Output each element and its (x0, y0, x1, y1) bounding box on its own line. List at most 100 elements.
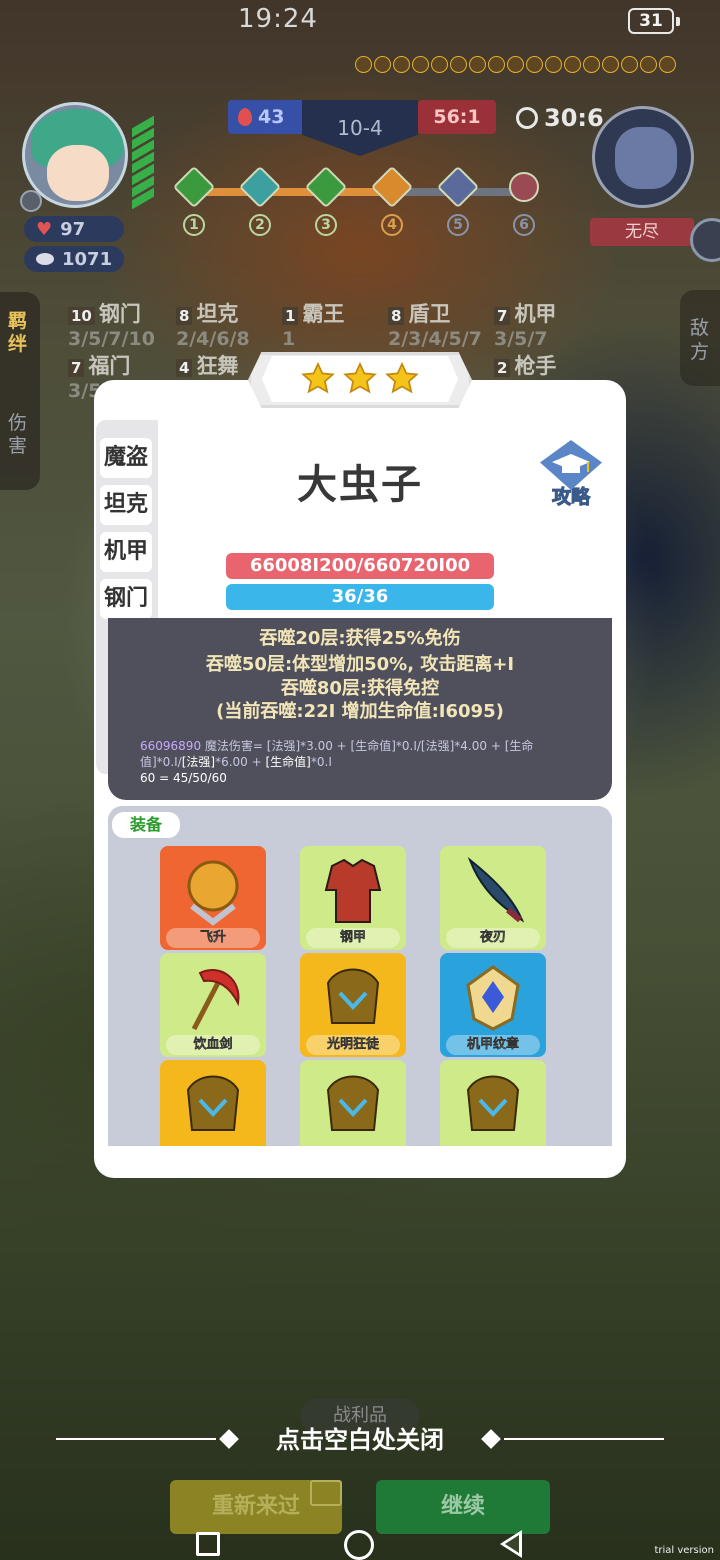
equipment-item[interactable]: 飞升 (160, 846, 266, 950)
enemy-unit-icon (564, 56, 581, 73)
synergy-item[interactable]: 8 盾卫 2/3/4/5/7 (388, 298, 482, 350)
hero-hp-bar: 66008I200/660720I00 (226, 553, 494, 579)
tab-enemy[interactable]: 敌方 (690, 316, 710, 364)
star-rating (262, 356, 458, 402)
synergy-item[interactable]: 2 枪手 (494, 350, 556, 380)
synergy-side-tab[interactable]: 羁绊 伤害 (0, 292, 40, 490)
equipment-item[interactable]: 饮血剑 (160, 953, 266, 1057)
synergy-item[interactable]: 7 机甲 3/5/7 (494, 298, 556, 350)
enemy-unit-icon (640, 56, 657, 73)
nav-back-icon[interactable] (500, 1530, 522, 1558)
tab-damage[interactable]: 伤害 (8, 412, 32, 458)
stage-node: 2 (238, 165, 282, 236)
hero-mana-bar: 36/36 (226, 584, 494, 610)
enemy-unit-icon (545, 56, 562, 73)
formula-keyword: [法强] (181, 755, 216, 769)
stage-node: 3 (304, 165, 348, 236)
enemy-unit-icon (583, 56, 600, 73)
heart-icon: ♥ (36, 218, 53, 240)
equipment-item[interactable] (440, 1060, 546, 1146)
hero-name: 大虫子 (297, 462, 423, 508)
opponent-avatar[interactable] (592, 106, 694, 208)
formula-mana: 60 = 45/50/60 (140, 771, 227, 785)
equipment-name: 钢甲 (306, 928, 400, 948)
damage-formula: 66096890 魔法伤害= [法强]*3.00 + [生命值]*0.I/[法强… (140, 738, 588, 786)
synergy-item[interactable]: 1 霸王 1 (282, 298, 344, 350)
star-icon (301, 361, 335, 394)
equipment-item[interactable]: 钢甲 (300, 846, 406, 950)
continue-button[interactable]: 继续 (376, 1480, 550, 1534)
clock-icon (516, 107, 538, 129)
timer-value: 30:6 (544, 104, 604, 132)
battery-icon: 31 (628, 8, 680, 34)
stage-node: 1 (172, 165, 216, 236)
enemy-unit-icon (355, 56, 372, 73)
enemy-unit-icon (488, 56, 505, 73)
enemy-lineup-strip (355, 56, 693, 78)
equipment-item[interactable]: 机甲纹章 (440, 953, 546, 1057)
guide-button[interactable]: 攻略 (536, 440, 606, 512)
stage-node: 6 (502, 165, 546, 236)
equipment-tab[interactable]: 装备 (112, 812, 180, 838)
equipment-name: 光明狂徒 (306, 1035, 400, 1055)
star-icon (343, 361, 377, 394)
equipment-item[interactable] (160, 1060, 266, 1146)
enemy-unit-icon (412, 56, 429, 73)
formula-value: 66096890 (140, 739, 202, 753)
watermark: trial version (654, 1545, 714, 1556)
enemy-side-tab[interactable]: 敌方 (680, 290, 720, 386)
enemy-unit-icon (602, 56, 619, 73)
blue-score-value: 43 (258, 106, 285, 128)
enemy-unit-icon (374, 56, 391, 73)
round-timer: 30:6 (516, 104, 604, 132)
enemy-unit-icon (659, 56, 676, 73)
armor-icon (324, 858, 382, 923)
status-time: 19:24 (238, 4, 318, 34)
nav-square-icon[interactable] (196, 1532, 220, 1556)
scythe-icon (191, 968, 240, 1031)
emblem-icon (466, 965, 520, 1031)
enemy-unit-icon (526, 56, 543, 73)
tab-bonds[interactable]: 羁绊 (8, 310, 32, 356)
player-level-bars (132, 115, 154, 214)
trait-tab[interactable]: 坦克 (100, 485, 152, 525)
synergy-item[interactable]: 8 坦克 2/4/6/8 (176, 298, 250, 350)
enemy-unit-icon (431, 56, 448, 73)
equipment-item[interactable] (300, 1060, 406, 1146)
equipment-item[interactable]: 光明狂徒 (300, 953, 406, 1057)
trait-tab[interactable]: 钢门 (100, 579, 152, 619)
blood-drop-icon (238, 108, 252, 126)
opponent-name: 无尽 (590, 218, 694, 246)
equipment-name: 饮血剑 (166, 1035, 260, 1055)
enemy-unit-icon (621, 56, 638, 73)
red-team-score: 56:1 (418, 100, 496, 134)
blue-team-score: 43 (228, 100, 306, 134)
helmet-icon (326, 1075, 380, 1131)
equipment-item[interactable]: 夜刃 (440, 846, 546, 950)
ascension-orb-icon (187, 860, 239, 926)
helmet-icon (186, 1075, 240, 1131)
trait-tab[interactable]: 机甲 (100, 532, 152, 572)
formula-text: *0.I (310, 755, 332, 769)
formula-text: *6.00 + (215, 755, 266, 769)
stage-node: 4 (370, 165, 414, 236)
helmet-icon (326, 968, 380, 1024)
settings-gear-icon[interactable] (20, 190, 42, 212)
player-hp: ♥ 97 (24, 216, 124, 242)
skill-desc-line: 吞噬50层:体型增加50%, 攻击距离+I (205, 654, 515, 675)
enemy-unit-icon (393, 56, 410, 73)
trait-tab[interactable]: 魔盗 (100, 438, 152, 478)
enemy-unit-icon (450, 56, 467, 73)
video-ad-icon (310, 1480, 342, 1506)
synergy-item[interactable]: 10 钢门 3/5/7/10 (68, 298, 155, 350)
skill-desc-line: (当前吞噬:22I 增加生命值:I6095) (216, 701, 504, 722)
nav-home-icon[interactable] (344, 1530, 374, 1560)
blade-icon (467, 856, 525, 923)
equipment-name: 夜刃 (446, 928, 540, 948)
tap-to-close-hint[interactable]: 点击空白处关闭 (0, 1420, 720, 1455)
formula-keyword: [生命值] (265, 755, 311, 769)
player-gold: 1071 (24, 246, 124, 272)
enemy-unit-icon (469, 56, 486, 73)
synergy-item[interactable]: 4 狂舞 (176, 350, 238, 380)
enemy-unit-icon (507, 56, 524, 73)
